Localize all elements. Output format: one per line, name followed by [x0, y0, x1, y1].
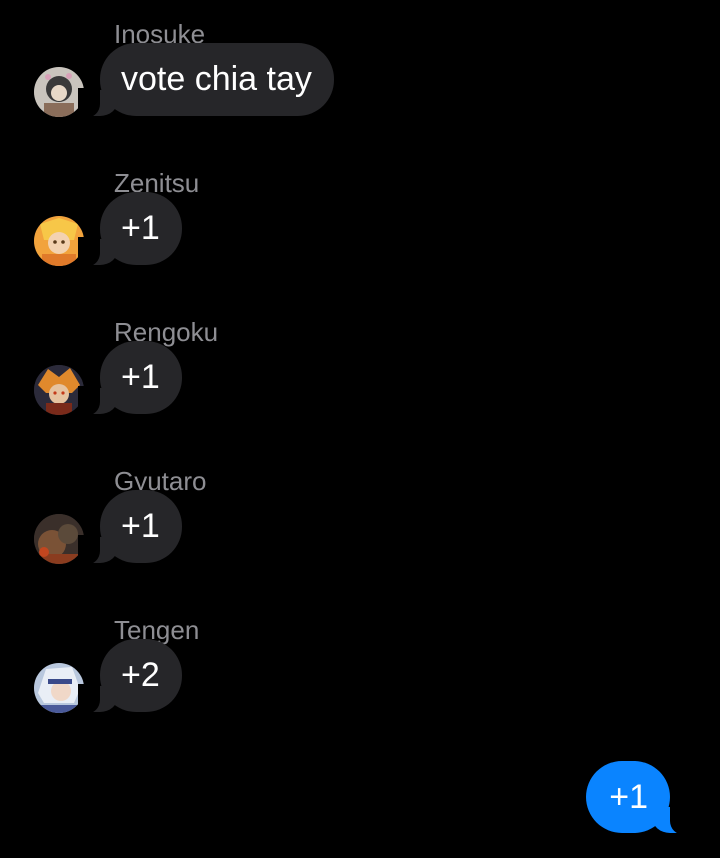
zenitsu-avatar-icon[interactable] [34, 216, 84, 266]
message-bubble[interactable]: vote chia tay [78, 43, 334, 118]
inosuke-avatar-icon[interactable] [34, 67, 84, 117]
message-group-zenitsu: Zenitsu +1 [0, 168, 720, 296]
message-bubble[interactable]: +1 [78, 192, 182, 267]
tengen-avatar-icon[interactable] [34, 663, 84, 713]
message-group-rengoku: Rengoku +1 [0, 317, 720, 445]
message-group-gyutaro: Gyutaro +1 [0, 466, 720, 594]
message-text: +1 [121, 209, 160, 247]
message-text: vote chia tay [121, 60, 312, 98]
message-text: +1 [121, 358, 160, 396]
message-text: +2 [121, 656, 160, 694]
gyutaro-avatar-icon[interactable] [34, 514, 84, 564]
message-bubble[interactable]: +1 [78, 490, 182, 565]
message-bubble[interactable]: +2 [78, 639, 182, 714]
outgoing-message-text: +1 [609, 778, 648, 816]
message-group-inosuke: Inosuke vote chia tay [0, 19, 720, 147]
outgoing-message-bubble[interactable]: +1 [586, 761, 692, 835]
message-group-tengen: Tengen +2 [0, 615, 720, 743]
message-bubble[interactable]: +1 [78, 341, 182, 416]
rengoku-avatar-icon[interactable] [34, 365, 84, 415]
message-text: +1 [121, 507, 160, 545]
